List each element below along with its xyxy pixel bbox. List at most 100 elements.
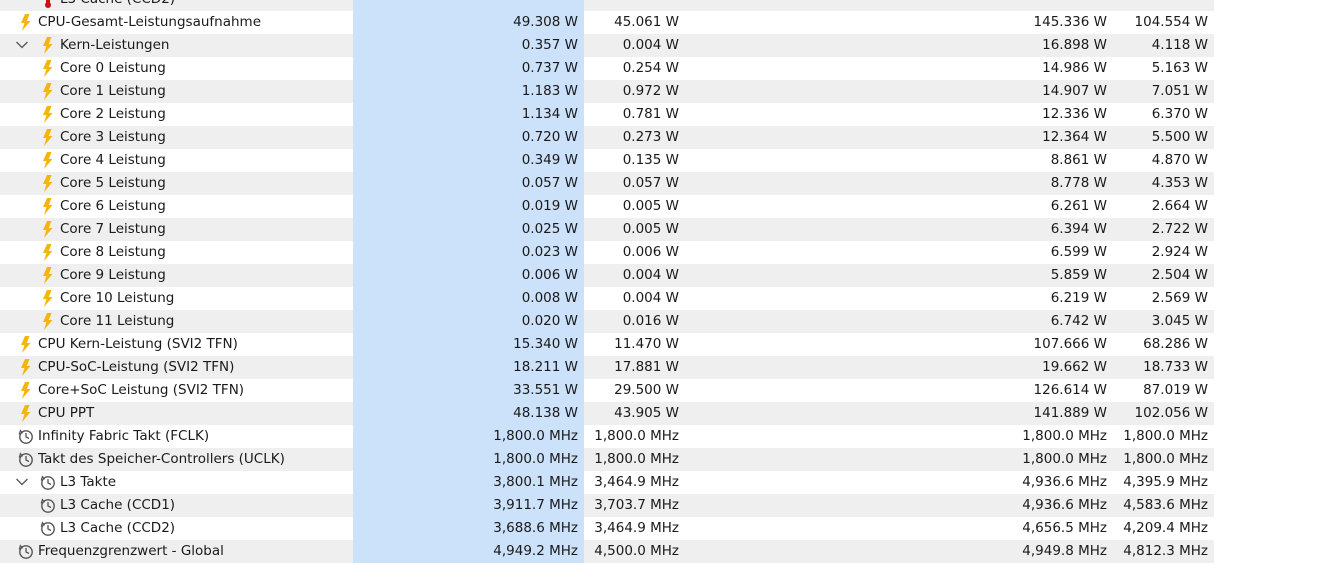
table-row[interactable]: Core 4 Leistung 0.349 W 0.135 W 8.861 W 4.87… [0,149,1214,172]
current-value: 0.025 W [521,221,578,237]
avg-value: 2.722 W [1151,221,1208,237]
table-row[interactable]: CPU-SoC-Leistung (SVI2 TFN) 18.211 W 17.88… [0,356,1214,379]
table-row[interactable]: Core 10 Leistung 0.008 W 0.004 W 6.219 W 2.5… [0,287,1214,310]
current-value: 1,800.0 MHz [493,451,578,467]
max-value: 5.859 W [1050,267,1107,283]
bolt-icon [17,381,35,400]
min-value: 1,800.0 MHz [594,451,679,467]
min-value: 0.004 W [622,37,679,53]
bolt-icon [39,128,57,147]
sensor-name: CPU PPT [38,405,95,421]
avg-value: 4.118 W [1151,37,1208,53]
max-value: 4,936.6 MHz [1022,497,1107,513]
sensor-name: Core 9 Leistung [60,267,166,283]
max-value: 14.986 W [1042,60,1107,76]
bolt-icon [39,59,57,78]
table-row[interactable]: Core 3 Leistung 0.720 W 0.273 W 12.364 W 5.5… [0,126,1214,149]
table-row[interactable]: Core 8 Leistung 0.023 W 0.006 W 6.599 W 2.92… [0,241,1214,264]
avg-value [1120,0,1208,11]
min-value: 0.972 W [622,83,679,99]
avg-value: 5.500 W [1151,129,1208,145]
max-value [1000,0,1107,11]
table-row[interactable]: Core+SoC Leistung (SVI2 TFN) 33.551 W 29.5… [0,379,1214,402]
bolt-icon [39,312,57,331]
table-row[interactable]: Core 2 Leistung 1.134 W 0.781 W 12.336 W 6.3… [0,103,1214,126]
min-value: 11.470 W [614,336,679,352]
avg-value: 1,800.0 MHz [1123,451,1208,467]
table-row[interactable]: L3 Cache (CCD2) 3,688.6 MHz 3,464.9 MHz 4,6… [0,517,1214,540]
avg-value: 2.664 W [1151,198,1208,214]
sensor-name: Core 6 Leistung [60,198,166,214]
clock-icon [39,496,57,515]
min-value: 45.061 W [614,14,679,30]
avg-value: 4,395.9 MHz [1123,474,1208,490]
avg-value: 1,800.0 MHz [1123,428,1208,444]
max-value: 107.666 W [1033,336,1107,352]
table-row[interactable]: Core 7 Leistung 0.025 W 0.005 W 6.394 W 2.72… [0,218,1214,241]
avg-value: 3.045 W [1151,313,1208,329]
table-row[interactable]: Kern-Leistungen 0.357 W 0.004 W 16.898 W 4.1… [0,34,1214,57]
min-value: 0.004 W [622,290,679,306]
max-value: 1,800.0 MHz [1022,428,1107,444]
bolt-icon [17,335,35,354]
chevron-down-icon[interactable] [15,38,29,52]
table-row[interactable]: Core 5 Leistung 0.057 W 0.057 W 8.778 W 4.35… [0,172,1214,195]
sensor-table: L3 Cache (CCD2)CPU-Gesamt-Leistungsaufna… [0,0,1214,563]
sensor-name: Core 8 Leistung [60,244,166,260]
table-row[interactable]: L3 Cache (CCD2) [0,0,1214,11]
thermometer-icon [39,0,57,9]
max-value: 8.778 W [1050,175,1107,191]
table-row[interactable]: CPU PPT 48.138 W 43.905 W 141.889 W 102.056 … [0,402,1214,425]
min-value: 0.254 W [622,60,679,76]
min-value: 3,464.9 MHz [594,474,679,490]
current-value: 0.357 W [521,37,578,53]
table-row[interactable]: Core 0 Leistung 0.737 W 0.254 W 14.986 W 5.1… [0,57,1214,80]
current-value: 49.308 W [513,14,578,30]
current-value: 3,688.6 MHz [493,520,578,536]
table-row[interactable]: Core 9 Leistung 0.006 W 0.004 W 5.859 W 2.50… [0,264,1214,287]
avg-value: 4,583.6 MHz [1123,497,1208,513]
max-value: 126.614 W [1033,382,1107,398]
sensor-name: L3 Takte [60,474,117,490]
current-value: 1.183 W [521,83,578,99]
table-row[interactable]: L3 Takte 3,800.1 MHz 3,464.9 MHz 4,936.6 MH… [0,471,1214,494]
chevron-down-icon[interactable] [15,475,29,489]
clock-icon [17,450,35,469]
table-row[interactable]: Takt des Speicher-Controllers (UCLK) 1,80… [0,448,1214,471]
table-row[interactable]: Core 6 Leistung 0.019 W 0.005 W 6.261 W 2.66… [0,195,1214,218]
current-value: 1.134 W [521,106,578,122]
sensor-name: Core 0 Leistung [60,60,166,76]
sensor-name: L3 Cache (CCD2) [60,520,176,536]
table-row[interactable]: CPU Kern-Leistung (SVI2 TFN) 15.340 W 11.4… [0,333,1214,356]
min-value: 0.004 W [622,267,679,283]
bolt-icon [17,13,35,32]
sensor-name: Core 5 Leistung [60,175,166,191]
sensor-name: Core 10 Leistung [60,290,175,306]
max-value: 16.898 W [1042,37,1107,53]
bolt-icon [39,266,57,285]
table-row[interactable]: Core 11 Leistung 0.020 W 0.016 W 6.742 W 3.0… [0,310,1214,333]
sensor-name: Frequenzgrenzwert - Global [38,543,224,559]
current-value: 3,911.7 MHz [493,497,578,513]
bolt-icon [39,36,57,55]
table-row[interactable]: Frequenzgrenzwert - Global 4,949.2 MHz 4,5… [0,540,1214,563]
sensor-name: Core 7 Leistung [60,221,166,237]
min-value: 0.006 W [622,244,679,260]
table-row[interactable]: Infinity Fabric Takt (FCLK) 1,800.0 MHz 1,… [0,425,1214,448]
current-value: 18.211 W [513,359,578,375]
current-value: 0.020 W [521,313,578,329]
bolt-icon [17,358,35,377]
max-value: 6.394 W [1050,221,1107,237]
bolt-icon [39,197,57,216]
avg-value: 6.370 W [1151,106,1208,122]
table-row[interactable]: L3 Cache (CCD1) 3,911.7 MHz 3,703.7 MHz 4,9… [0,494,1214,517]
table-row[interactable]: Core 1 Leistung 1.183 W 0.972 W 14.907 W 7.0… [0,80,1214,103]
avg-value: 104.554 W [1134,14,1208,30]
current-value: 1,800.0 MHz [493,428,578,444]
max-value: 6.219 W [1050,290,1107,306]
bolt-icon [39,243,57,262]
min-value [584,0,679,11]
min-value: 0.273 W [622,129,679,145]
table-row[interactable]: CPU-Gesamt-Leistungsaufnahme 49.308 W 45.0… [0,11,1214,34]
avg-value: 102.056 W [1134,405,1208,421]
